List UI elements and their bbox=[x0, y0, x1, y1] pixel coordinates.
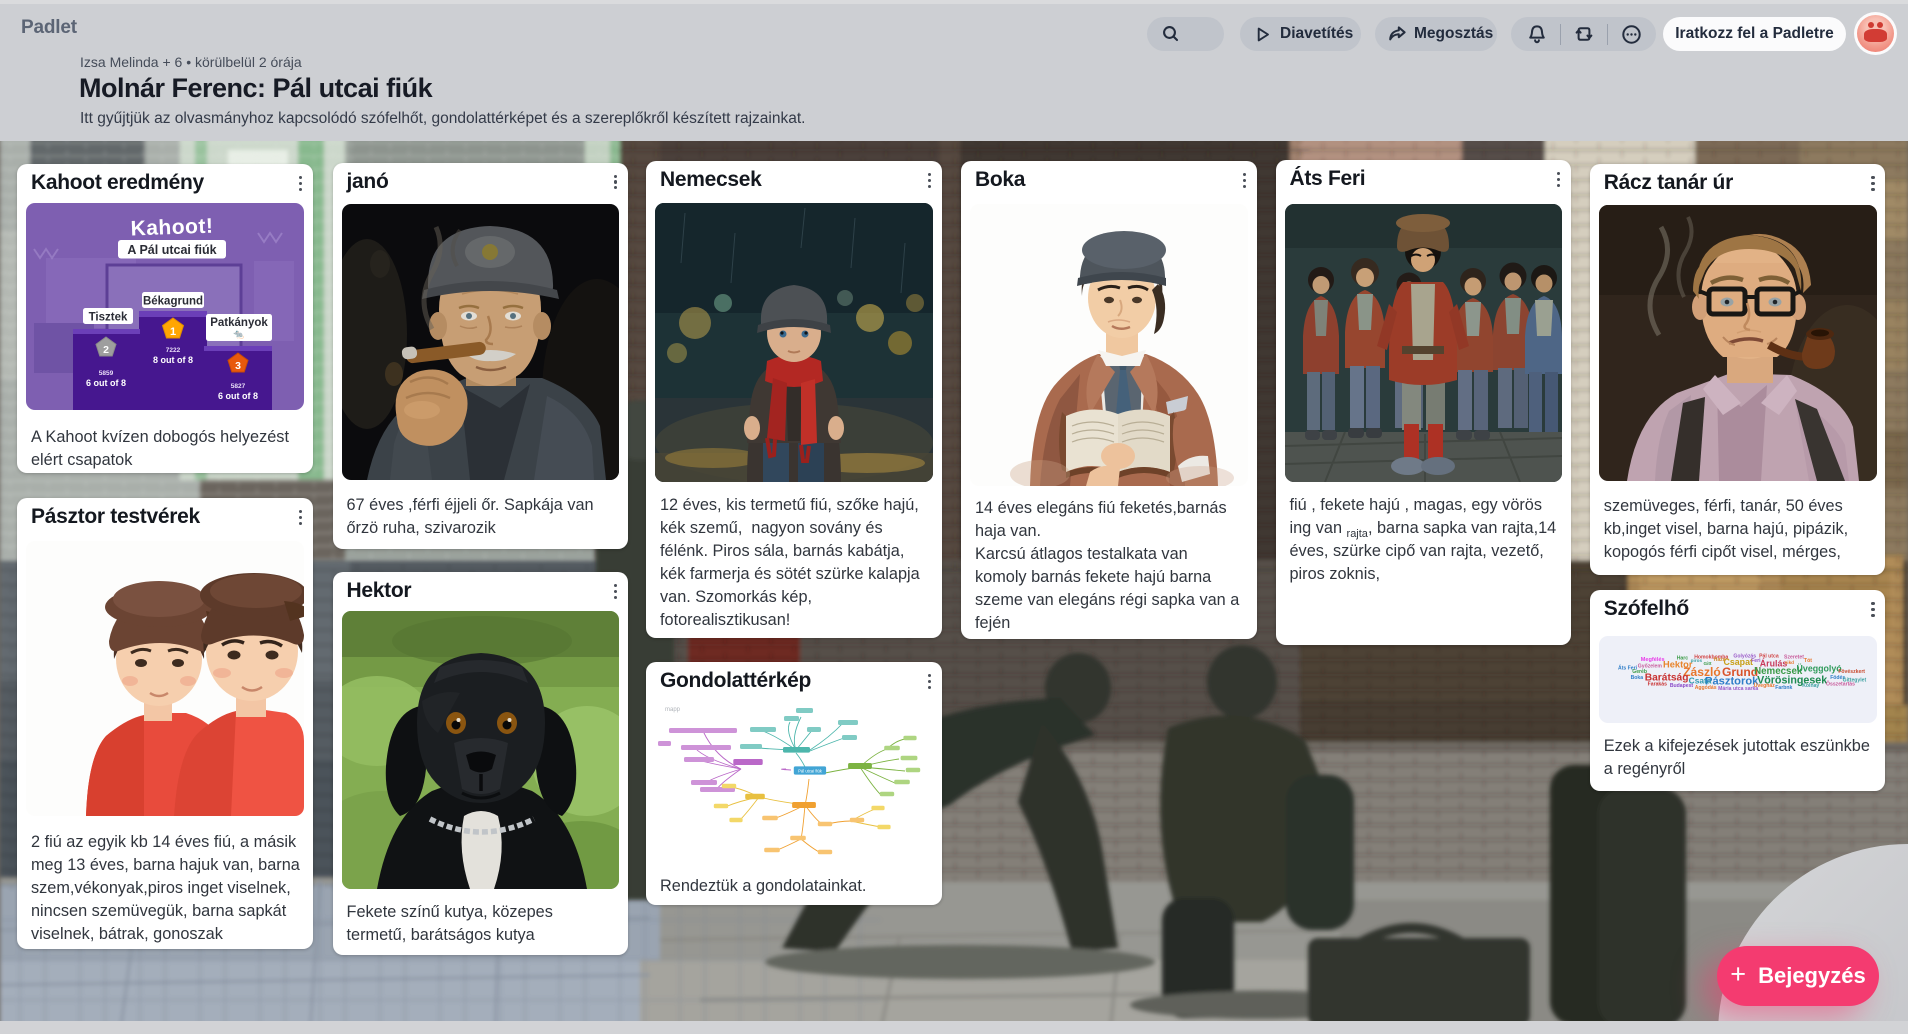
svg-text:Patkányok: Patkányok bbox=[210, 317, 268, 329]
svg-text:Farakás: Farakás bbox=[1647, 681, 1666, 687]
svg-text:Haza: Haza bbox=[1713, 657, 1725, 663]
svg-text:Pál utcai fiúk: Pál utcai fiúk bbox=[798, 768, 823, 773]
svg-text:Összetartás: Összetartás bbox=[1826, 680, 1855, 687]
svg-text:2: 2 bbox=[103, 344, 109, 356]
svg-text:piros: piros bbox=[1690, 658, 1702, 663]
svg-text:5859: 5859 bbox=[99, 370, 114, 377]
svg-text:Üveggolyó: Üveggolyó bbox=[1796, 663, 1842, 673]
svg-text:Tisztek: Tisztek bbox=[89, 311, 128, 323]
svg-text:A Pál utcai fiúk: A Pál utcai fiúk bbox=[127, 243, 216, 257]
svg-text:6 out of 8: 6 out of 8 bbox=[86, 378, 126, 388]
svg-text:🐀: 🐀 bbox=[233, 329, 245, 339]
svg-text:7222: 7222 bbox=[166, 347, 181, 354]
svg-text:Üvegház: Üvegház bbox=[1754, 682, 1775, 689]
svg-text:Feri: Feri bbox=[1751, 658, 1761, 664]
svg-text:Harc: Harc bbox=[1677, 655, 1689, 661]
svg-text:Megfélés: Megfélés bbox=[1641, 657, 1665, 663]
svg-text:6 out of 8: 6 out of 8 bbox=[218, 391, 258, 401]
svg-text:5827: 5827 bbox=[231, 383, 246, 390]
svg-text:Békagrund: Békagrund bbox=[143, 295, 203, 307]
svg-text:mapp: mapp bbox=[665, 707, 681, 713]
svg-text:Farbnk: Farbnk bbox=[1775, 685, 1792, 691]
svg-text:Tót: Tót bbox=[1804, 658, 1812, 664]
svg-text:Kahoot!: Kahoot! bbox=[130, 214, 214, 240]
svg-text:Kolnay: Kolnay bbox=[1802, 683, 1819, 689]
svg-text:Pál utca: Pál utca bbox=[1759, 653, 1779, 659]
svg-text:Boka: Boka bbox=[1630, 675, 1643, 681]
svg-text:Mária utca sarka: Mária utca sarka bbox=[1718, 686, 1758, 692]
svg-text:Aggódás: Aggódás bbox=[1695, 685, 1717, 691]
svg-text:Gitt: Gitt bbox=[1703, 661, 1711, 666]
svg-text:1: 1 bbox=[170, 326, 176, 338]
svg-text:8 out of 8: 8 out of 8 bbox=[153, 355, 193, 365]
svg-text:3: 3 bbox=[235, 360, 241, 372]
svg-text:Budapest: Budapest bbox=[1670, 683, 1694, 689]
svg-text:sikd: sikd bbox=[1785, 660, 1794, 665]
